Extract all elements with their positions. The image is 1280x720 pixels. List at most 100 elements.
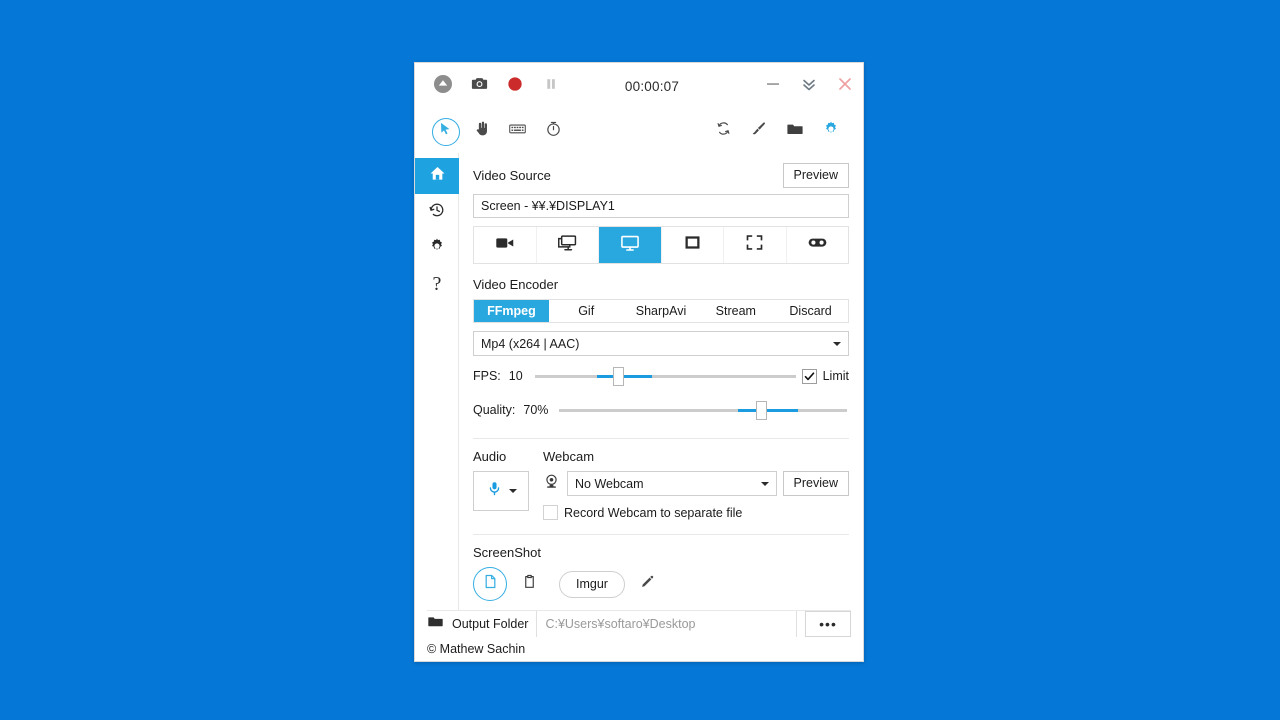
sidebar-item-home[interactable] [415,158,459,194]
fps-slider-track [534,375,796,378]
output-folder-icon-button[interactable] [427,611,452,637]
close-button[interactable] [827,63,863,109]
settings-button[interactable] [813,114,849,148]
history-icon [428,201,446,224]
webcam-icon [543,473,560,495]
up-arrow-circle-icon [433,74,453,99]
webcam-select[interactable]: No Webcam [567,471,777,496]
mode-region[interactable] [724,227,787,263]
chevron-down-icon [833,341,841,346]
output-folder-path[interactable]: C:¥Users¥softaro¥Desktop [536,611,797,637]
click-hand-icon [473,120,490,142]
collapse-button[interactable] [791,63,827,109]
fps-slider-thumb[interactable] [613,367,625,386]
close-x-icon [836,75,854,98]
video-source-value[interactable]: Screen - ¥¥.¥DISPLAY1 [473,194,849,218]
tab-sharpavi[interactable]: SharpAvi [623,300,699,322]
sidebar: ? [415,153,459,610]
screenshot-button[interactable] [461,68,497,104]
webcam-separate-file-checkbox[interactable]: Record Webcam to separate file [543,505,849,520]
quality-value: 70% [523,403,549,417]
window-controls [755,63,863,109]
audio-title: Audio [473,449,507,464]
screenshot-target-clipboard[interactable] [513,568,545,600]
fps-slider[interactable] [534,366,796,386]
audio-webcam-section: Audio Webcam No Webcam Preview Record We… [473,449,849,520]
screenshot-imgur-button[interactable]: Imgur [559,570,625,598]
checkbox-box [543,505,558,520]
mode-multi-screen[interactable] [537,227,599,263]
keystrokes-toggle[interactable] [499,114,535,148]
question-mark-icon: ? [432,273,442,295]
quality-slider-thumb[interactable] [756,401,768,420]
camera-icon [470,74,489,98]
mode-screen[interactable] [599,227,662,263]
sidebar-item-help[interactable]: ? [415,266,459,302]
copyright-label: © Mathew Sachin [427,642,526,656]
clicks-toggle[interactable] [463,114,499,148]
multi-screen-icon [556,232,578,259]
tab-gif[interactable]: Gif [548,300,624,322]
sidebar-item-history[interactable] [415,194,459,230]
tab-ffmpeg[interactable]: FFmpeg [474,300,549,322]
tab-discard[interactable]: Discard [773,300,848,322]
video-source-modes [473,226,849,264]
output-folder-label: Output Folder [452,617,529,631]
timer-toggle[interactable] [535,114,571,148]
open-folder-button[interactable] [777,114,813,148]
quality-label: Quality: [473,403,516,417]
audio-source-button[interactable] [473,471,529,511]
sidebar-item-settings[interactable] [415,230,459,266]
refresh-button[interactable] [705,114,741,148]
video-preview-button[interactable]: Preview [782,163,849,188]
tab-stream[interactable]: Stream [698,300,774,322]
minimize-button[interactable] [755,63,791,109]
video-camera-icon [494,232,516,259]
fps-label: FPS: [473,369,501,383]
quality-slider[interactable] [559,400,847,420]
title-bar: 00:00:07 [415,63,863,109]
fps-limit-checkbox[interactable]: Limit [801,368,849,384]
video-encoder-title: Video Encoder [473,277,559,292]
video-source-title: Video Source [473,168,551,183]
divider-screenshot [473,534,849,535]
video-source-header: Video Source Preview [473,163,849,188]
record-dot-icon [506,75,524,98]
home-icon [428,164,447,188]
minimize-icon [765,76,781,97]
gear-icon [428,237,446,260]
gear-icon [822,120,840,143]
screenshot-targets: Imgur [473,567,849,601]
fps-slider-fill [597,375,653,378]
cursor-toggle[interactable] [427,114,463,148]
screenshot-edit-button[interactable] [631,568,663,600]
encoder-format-select[interactable]: Mp4 (x264 | AAC) [473,331,849,356]
screenshot-target-file[interactable] [473,567,507,601]
clipboard-icon [522,574,537,594]
microphone-icon [486,480,503,502]
keyboard-icon [508,119,527,143]
window-icon [682,232,703,258]
tray-button[interactable] [425,68,461,104]
save-file-icon [483,574,498,594]
output-folder-browse-button[interactable]: ••• [805,611,851,637]
record-button[interactable] [497,68,533,104]
mode-video-camera[interactable] [474,227,537,263]
pencil-icon [639,574,655,595]
capture-window: 00:00:07 ? Video Source Preview Screen -… [414,62,864,662]
quality-row: Quality: 70% [473,396,849,424]
cursor-icon [438,121,453,141]
encoder-format-value: Mp4 (x264 | AAC) [481,336,580,351]
double-chevron-down-icon [800,75,818,98]
theme-button[interactable] [741,114,777,148]
chevron-down-icon[interactable] [508,489,517,493]
mode-window[interactable] [662,227,724,263]
mode-game[interactable] [787,227,849,263]
window-body: ? Video Source Preview Screen - ¥¥.¥DISP… [415,153,863,610]
quality-slider-fill [737,409,799,412]
webcam-column: Webcam No Webcam Preview Record Webcam t… [543,449,849,520]
output-folder-bar: Output Folder C:¥Users¥softaro¥Desktop •… [427,610,851,637]
webcam-preview-button[interactable]: Preview [782,471,849,496]
checkbox-box [801,368,817,384]
fps-row: FPS: 10 Limit [473,362,849,390]
